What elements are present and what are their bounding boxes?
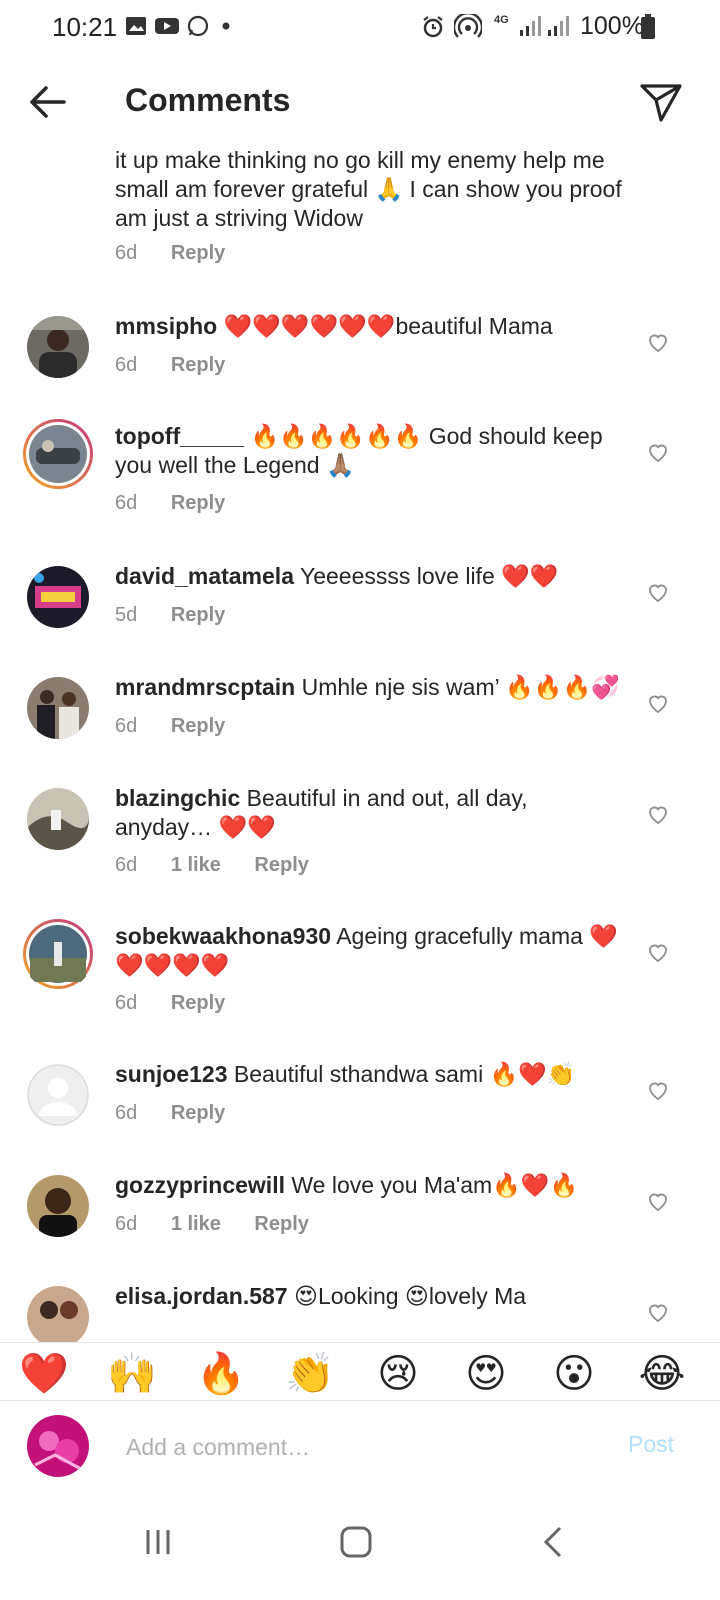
comment-text: it up make thinking no go kill my enemy … xyxy=(115,147,622,231)
youtube-icon xyxy=(155,18,179,34)
signal-icon-2 xyxy=(548,16,569,36)
recent-apps-icon[interactable] xyxy=(138,1522,178,1562)
reply-button[interactable]: Reply xyxy=(171,992,225,1014)
reaction-heart-emoji[interactable]: ❤️ xyxy=(16,1349,72,1399)
comment-username[interactable]: sunjoe123 xyxy=(115,1061,228,1087)
comment-meta: 6d 1 like Reply xyxy=(115,1213,337,1236)
reaction-clap-emoji[interactable]: 👏 xyxy=(282,1349,338,1399)
reaction-fire-emoji[interactable]: 🔥 xyxy=(193,1349,249,1399)
comment-meta: 6d Reply xyxy=(115,1102,253,1125)
like-heart-icon[interactable] xyxy=(646,940,670,964)
back-arrow-icon[interactable] xyxy=(24,78,72,126)
like-heart-icon[interactable] xyxy=(646,580,670,604)
comment-text: Beautiful sthandwa sami 🔥❤️👏 xyxy=(233,1061,576,1087)
battery-icon xyxy=(641,14,655,39)
comment-username[interactable]: elisa.jordan.587 xyxy=(115,1283,288,1309)
like-heart-icon[interactable] xyxy=(646,330,670,354)
battery-percent: 100% xyxy=(580,12,644,40)
avatar-placeholder-icon[interactable] xyxy=(27,1064,89,1126)
comment-text: Umhle nje sis wam’ 🔥🔥🔥💞 xyxy=(301,674,620,700)
reaction-raising-hands-emoji[interactable]: 🙌 xyxy=(104,1349,160,1399)
home-icon[interactable] xyxy=(336,1522,376,1562)
comment-username[interactable]: mmsipho xyxy=(115,313,217,339)
status-bar: 10:21 4G 100% xyxy=(0,0,720,56)
like-heart-icon[interactable] xyxy=(646,1189,670,1213)
avatar[interactable] xyxy=(27,316,89,378)
comment-input[interactable] xyxy=(124,1429,608,1465)
comment-username[interactable]: sobekwaakhona930 xyxy=(115,923,331,949)
avatar[interactable] xyxy=(22,418,94,490)
likes-count[interactable]: 1 like xyxy=(171,1213,221,1235)
whatsapp-icon xyxy=(187,15,209,37)
avatar[interactable] xyxy=(27,788,89,850)
avatar[interactable] xyxy=(27,677,89,739)
like-heart-icon[interactable] xyxy=(646,1078,670,1102)
system-nav-bar xyxy=(0,1488,720,1600)
comment-text: Yeeeessss love life ❤️❤️ xyxy=(299,563,559,589)
signal-icon xyxy=(520,16,541,36)
avatar[interactable] xyxy=(27,1286,89,1342)
avatar[interactable] xyxy=(27,566,89,628)
reply-button[interactable]: Reply xyxy=(171,715,225,737)
comment-time: 6d xyxy=(115,242,138,264)
like-heart-icon[interactable] xyxy=(646,802,670,826)
like-heart-icon[interactable] xyxy=(646,1300,670,1324)
comment-time: 6d xyxy=(115,354,138,376)
dot-icon xyxy=(222,22,230,30)
comment-username[interactable]: david_matamela xyxy=(115,563,294,589)
comment-text: We love you Ma'am🔥❤️🔥 xyxy=(291,1172,579,1198)
reaction-heart-eyes-emoji[interactable]: 😍 xyxy=(458,1349,514,1399)
page-title: Comments xyxy=(125,82,291,118)
status-time: 10:21 xyxy=(52,12,118,42)
avatar[interactable] xyxy=(22,918,94,990)
header: Comments xyxy=(0,64,720,138)
comment-time: 6d xyxy=(115,1102,138,1124)
reply-button[interactable]: Reply xyxy=(171,1102,225,1124)
reply-button[interactable]: Reply xyxy=(171,242,225,264)
comment-meta: 6d Reply xyxy=(115,492,253,515)
reply-button[interactable]: Reply xyxy=(171,604,225,626)
reaction-surprised-emoji[interactable]: 😮 xyxy=(546,1349,602,1399)
post-button[interactable]: Post xyxy=(628,1431,674,1458)
network-type: 4G xyxy=(494,14,509,26)
comment-username[interactable]: mrandmrscptain xyxy=(115,674,295,700)
hotspot-icon xyxy=(454,14,482,38)
reaction-crying-emoji[interactable]: 😢 xyxy=(370,1349,426,1399)
comment-text: ❤️❤️❤️❤️❤️❤️beautiful Mama xyxy=(223,313,553,339)
reply-button[interactable]: Reply xyxy=(254,1213,308,1235)
comment-username[interactable]: blazingchic xyxy=(115,785,240,811)
comment-time: 5d xyxy=(115,604,138,626)
comment-meta: 6d Reply xyxy=(115,242,253,265)
reaction-laughing-emoji[interactable]: 😂 xyxy=(634,1349,690,1399)
comment-username[interactable]: gozzyprincewill xyxy=(115,1172,285,1198)
alarm-icon xyxy=(423,16,443,38)
back-nav-icon[interactable] xyxy=(534,1522,574,1562)
comment-meta: 6d Reply xyxy=(115,992,253,1015)
comment-username[interactable]: topoff_____ xyxy=(115,423,244,449)
avatar[interactable] xyxy=(27,1175,89,1237)
reply-button[interactable]: Reply xyxy=(171,354,225,376)
send-icon[interactable] xyxy=(638,78,684,124)
comment-composer: Post xyxy=(0,1400,720,1489)
comment-time: 6d xyxy=(115,715,138,737)
comment-time: 6d xyxy=(115,992,138,1014)
my-avatar xyxy=(27,1415,89,1477)
comment-time: 6d xyxy=(115,1213,138,1235)
comment-meta: 6d Reply xyxy=(115,715,253,738)
like-heart-icon[interactable] xyxy=(646,440,670,464)
comment-meta: 6d 1 like Reply xyxy=(115,854,337,877)
reply-button[interactable]: Reply xyxy=(171,492,225,514)
gallery-icon xyxy=(126,17,146,35)
likes-count[interactable]: 1 like xyxy=(171,854,221,876)
quick-reactions-bar: ❤️ 🙌 🔥 👏 😢 😍 😮 😂 xyxy=(0,1342,720,1401)
comment-text: 😍Looking 😍lovely Ma xyxy=(293,1283,527,1309)
comment-time: 6d xyxy=(115,492,138,514)
comment-list[interactable]: it up make thinking no go kill my enemy … xyxy=(0,138,720,1342)
like-heart-icon[interactable] xyxy=(646,691,670,715)
comment-meta: 6d Reply xyxy=(115,354,253,377)
reply-button[interactable]: Reply xyxy=(254,854,308,876)
comment-meta: 5d Reply xyxy=(115,604,253,627)
comment-time: 6d xyxy=(115,854,138,876)
